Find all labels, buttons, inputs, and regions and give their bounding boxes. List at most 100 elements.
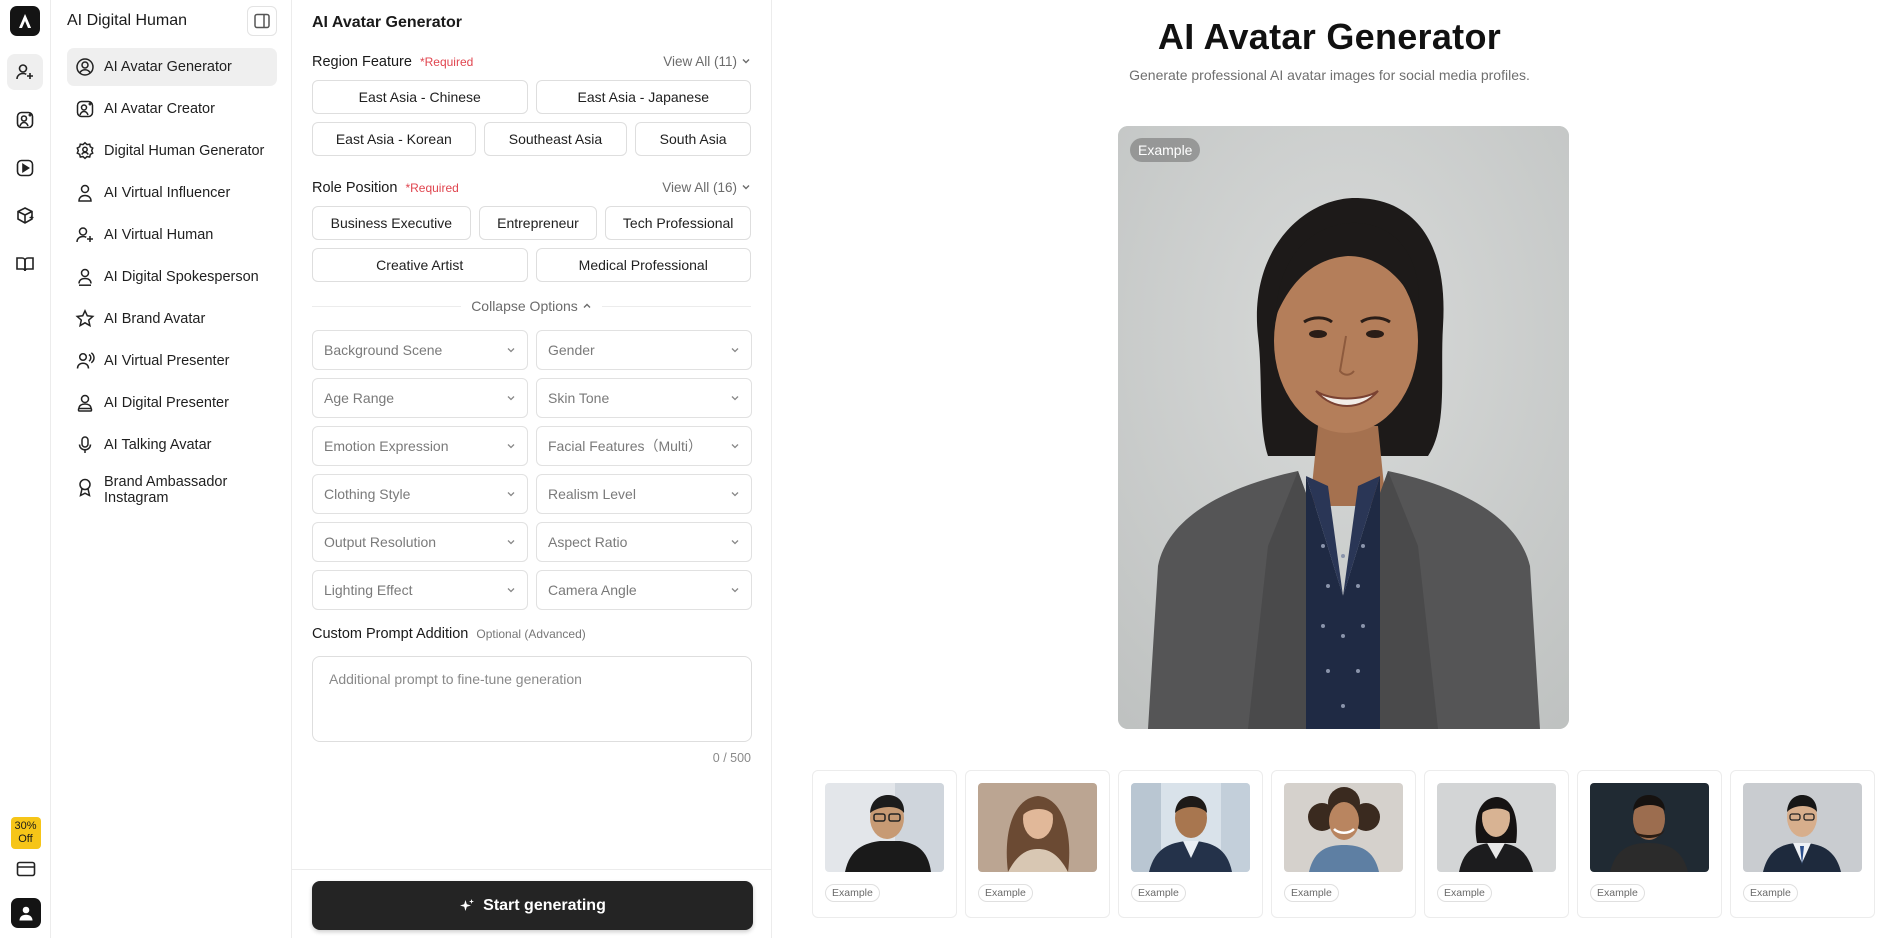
option-selects-grid: Background Scene Gender Age Range Skin T…	[312, 330, 752, 610]
example-thumbnail-3[interactable]: Example	[1118, 770, 1263, 918]
gender-select[interactable]: Gender	[536, 330, 752, 370]
select-placeholder: Age Range	[324, 390, 395, 406]
chevron-down-icon	[731, 540, 739, 545]
example-tag: Example	[1437, 884, 1492, 902]
sidebar-item-label: AI Virtual Influencer	[104, 185, 231, 201]
region-view-all-button[interactable]: View All (11)	[663, 54, 751, 69]
example-thumbnail-1[interactable]: Example	[812, 770, 957, 918]
sidebar-item-ai-virtual-presenter[interactable]: AI Virtual Presenter	[67, 342, 277, 380]
sidebar-item-ai-digital-spokesperson[interactable]: AI Digital Spokesperson	[67, 258, 277, 296]
package-icon[interactable]	[7, 198, 43, 234]
user-sparkle-icon[interactable]	[7, 102, 43, 138]
background-scene-select[interactable]: Background Scene	[312, 330, 528, 370]
region-chip-east-asia-japanese[interactable]: East Asia - Japanese	[535, 80, 751, 114]
chevron-down-icon	[507, 396, 515, 401]
collapse-options-label: Collapse Options	[471, 298, 578, 314]
example-thumbnail-5[interactable]: Example	[1424, 770, 1569, 918]
region-chip-east-asia-korean[interactable]: East Asia - Korean	[312, 122, 476, 156]
award-icon	[75, 477, 95, 497]
user-plus-icon[interactable]	[7, 54, 43, 90]
example-thumbnail-2[interactable]: Example	[965, 770, 1110, 918]
form-title: AI Avatar Generator	[312, 14, 462, 31]
select-placeholder: Skin Tone	[548, 390, 610, 406]
custom-prompt-optional: Optional (Advanced)	[476, 627, 586, 641]
custom-prompt-header: Custom Prompt Addition Optional (Advance…	[312, 626, 751, 642]
aspect-ratio-select[interactable]: Aspect Ratio	[536, 522, 752, 562]
example-badge: Example	[1130, 138, 1201, 162]
sidebar-item-ai-avatar-creator[interactable]: AI Avatar Creator	[67, 90, 277, 128]
sidebar-item-ai-talking-avatar[interactable]: AI Talking Avatar	[67, 426, 277, 464]
user-avatar-icon[interactable]	[10, 898, 41, 928]
divider-line	[601, 305, 751, 307]
sidebar-item-label: AI Digital Presenter	[104, 395, 229, 411]
collapse-options-divider: Collapse Options	[312, 298, 751, 314]
select-placeholder: Gender	[548, 342, 595, 358]
age-range-select[interactable]: Age Range	[312, 378, 528, 418]
output-resolution-select[interactable]: Output Resolution	[312, 522, 528, 562]
sidebar-item-ai-virtual-human[interactable]: AI Virtual Human	[67, 216, 277, 254]
sidebar-item-label-line1: Brand Ambassador	[104, 474, 228, 490]
facial-features-select[interactable]: Facial Features（Multi）	[536, 426, 752, 466]
credit-card-icon[interactable]	[16, 861, 36, 880]
sidebar: AI Digital Human AI Avatar Generator AI …	[51, 0, 292, 938]
region-feature-label: Region Feature	[312, 53, 412, 70]
skin-tone-select[interactable]: Skin Tone	[536, 378, 752, 418]
region-chip-south-asia[interactable]: South Asia	[635, 122, 751, 156]
role-chip-entrepreneur[interactable]: Entrepreneur	[478, 206, 598, 240]
preview-title: AI Avatar Generator	[1157, 16, 1502, 57]
region-chip-east-asia-chinese[interactable]: East Asia - Chinese	[312, 80, 528, 114]
lighting-effect-select[interactable]: Lighting Effect	[312, 570, 528, 610]
role-chip-medical-professional[interactable]: Medical Professional	[535, 248, 751, 282]
role-chip-creative-artist[interactable]: Creative Artist	[312, 248, 528, 282]
example-tag: Example	[1743, 884, 1798, 902]
role-chip-tech-professional[interactable]: Tech Professional	[605, 206, 751, 240]
region-chip-row: East Asia - Chinese East Asia - Japanese	[312, 80, 751, 114]
discount-badge[interactable]: 30% Off	[10, 817, 41, 849]
clothing-style-select[interactable]: Clothing Style	[312, 474, 528, 514]
role-view-all-label: View All (16)	[662, 179, 737, 195]
example-thumbnail-7[interactable]: Example	[1730, 770, 1875, 918]
example-thumbnail-6[interactable]: Example	[1577, 770, 1722, 918]
sidebar-item-ai-digital-presenter[interactable]: AI Digital Presenter	[67, 384, 277, 422]
region-view-all-label: View All (11)	[663, 53, 737, 69]
generator-form-panel: AI Avatar Generator Region Feature *Requi…	[292, 0, 772, 938]
collapse-options-button[interactable]: Collapse Options	[461, 298, 602, 314]
custom-prompt-input[interactable]	[312, 656, 752, 742]
app-logo-icon[interactable]	[10, 6, 40, 36]
sidebar-item-ai-avatar-generator[interactable]: AI Avatar Generator	[67, 48, 277, 86]
sidebar-item-ai-brand-avatar[interactable]: AI Brand Avatar	[67, 300, 277, 338]
sidebar-item-label: AI Digital Spokesperson	[104, 269, 259, 285]
promo-percent: 30%	[14, 820, 37, 832]
app-root: 30% Off AI Digital Human AI Avatar Genera…	[0, 0, 1887, 938]
chevron-down-icon	[731, 396, 739, 401]
region-chip-southeast-asia[interactable]: Southeast Asia	[483, 122, 628, 156]
sidebar-item-brand-ambassador-instagram[interactable]: Brand Ambassador Instagram	[67, 468, 277, 514]
sidebar-toggle-icon[interactable]	[247, 6, 277, 36]
role-required-marker: *Required	[405, 180, 459, 195]
select-placeholder: Lighting Effect	[324, 582, 413, 598]
role-view-all-button[interactable]: View All (16)	[662, 180, 751, 195]
chevron-down-icon	[731, 348, 739, 353]
select-placeholder: Emotion Expression	[324, 438, 449, 454]
book-icon[interactable]	[7, 246, 43, 282]
user-circle-icon	[75, 57, 95, 77]
sidebar-item-ai-virtual-influencer[interactable]: AI Virtual Influencer	[67, 174, 277, 212]
sidebar-item-label: AI Virtual Human	[104, 227, 214, 243]
chevron-down-icon	[742, 59, 750, 64]
example-thumbnail-4[interactable]: Example	[1271, 770, 1416, 918]
play-icon[interactable]	[7, 150, 43, 186]
divider-line	[312, 305, 462, 307]
chevron-up-icon	[583, 303, 591, 308]
form-scroll-area[interactable]: AI Avatar Generator Region Feature *Requi…	[292, 0, 771, 765]
emotion-expression-select[interactable]: Emotion Expression	[312, 426, 528, 466]
chevron-down-icon	[507, 348, 515, 353]
sidebar-item-label: AI Avatar Creator	[104, 101, 215, 117]
sidebar-item-digital-human-generator[interactable]: Digital Human Generator	[67, 132, 277, 170]
example-main-image[interactable]: Example	[1118, 126, 1569, 729]
realism-level-select[interactable]: Realism Level	[536, 474, 752, 514]
sparkle-icon	[460, 898, 475, 911]
camera-angle-select[interactable]: Camera Angle	[536, 570, 752, 610]
role-chip-business-executive[interactable]: Business Executive	[312, 206, 471, 240]
rail-bottom: 30% Off	[0, 817, 51, 928]
start-generating-button[interactable]: Start generating	[312, 881, 753, 930]
